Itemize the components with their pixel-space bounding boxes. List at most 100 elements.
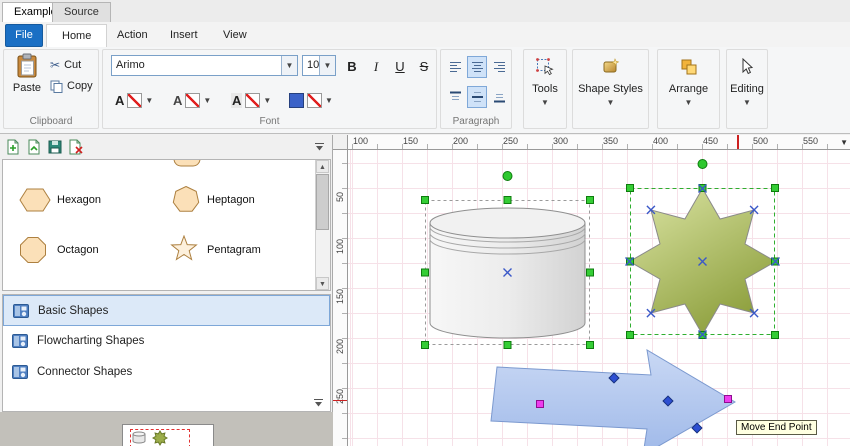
cursor-position-marker bbox=[333, 400, 347, 401]
shape-styles-button[interactable]: Shape Styles ▼ bbox=[574, 51, 647, 127]
rotation-handle[interactable] bbox=[502, 171, 513, 181]
clipboard-group-label: Clipboard bbox=[29, 116, 73, 127]
scroll-up-icon[interactable]: ▲ bbox=[316, 160, 329, 173]
shape-label: Heptagon bbox=[207, 194, 255, 206]
ruler-mark: 400 bbox=[653, 136, 669, 146]
tools-button[interactable]: Tools ▼ bbox=[525, 51, 565, 127]
text-outline-color-button[interactable]: A ▼ bbox=[169, 88, 215, 112]
paste-clipboard-icon bbox=[17, 53, 37, 78]
ruler-mark: 300 bbox=[553, 136, 569, 146]
chevron-down-icon[interactable]: ▼ bbox=[281, 56, 297, 75]
paste-label: Paste bbox=[12, 82, 42, 94]
editing-label: Editing bbox=[730, 83, 764, 95]
align-left-button[interactable] bbox=[445, 56, 465, 78]
align-center-button[interactable] bbox=[467, 56, 487, 78]
tab-home[interactable]: Home bbox=[46, 24, 108, 47]
new-diagram-button[interactable] bbox=[3, 137, 23, 157]
new-document-icon bbox=[7, 139, 19, 155]
arrange-button[interactable]: Arrange ▼ bbox=[659, 51, 718, 127]
rotation-handle[interactable] bbox=[697, 159, 708, 169]
copy-button[interactable]: Copy bbox=[50, 78, 93, 94]
tab-insert[interactable]: Insert bbox=[155, 24, 213, 46]
chevron-down-icon[interactable]: ▼ bbox=[203, 96, 211, 105]
stencil-icon bbox=[12, 334, 28, 348]
category-label: Flowcharting Shapes bbox=[37, 335, 145, 347]
valign-bottom-button[interactable] bbox=[489, 86, 509, 108]
font-size-value: 10 bbox=[307, 59, 320, 71]
arrow-link[interactable] bbox=[490, 349, 736, 446]
group-tools: Tools ▼ bbox=[523, 49, 567, 129]
ruler-mark: 550 bbox=[803, 136, 819, 146]
chevron-down-icon[interactable]: ▼ bbox=[325, 96, 333, 105]
start-point-handle[interactable] bbox=[536, 400, 544, 408]
file-button[interactable]: File bbox=[5, 24, 43, 47]
font-family-combo[interactable]: Arimo ▼ bbox=[111, 55, 298, 76]
chevron-down-icon[interactable]: ▼ bbox=[145, 96, 153, 105]
panel-pin-button[interactable] bbox=[309, 137, 329, 157]
diagram-canvas[interactable] bbox=[348, 150, 850, 446]
shape-list-scrollbar[interactable]: ▲ ▼ bbox=[315, 160, 330, 290]
cut-button[interactable]: ✂ Cut bbox=[50, 57, 81, 73]
arrange-icon bbox=[681, 59, 696, 75]
category-flowcharting-shapes[interactable]: Flowcharting Shapes bbox=[3, 326, 330, 357]
group-editing: Editing ▼ bbox=[726, 49, 768, 129]
text-highlight-color-button[interactable]: A ▼ bbox=[227, 88, 275, 112]
save-diagram-button[interactable] bbox=[45, 137, 65, 157]
chevron-down-icon[interactable]: ▼ bbox=[263, 96, 271, 105]
open-diagram-button[interactable] bbox=[24, 137, 44, 157]
delete-diagram-button[interactable] bbox=[66, 137, 86, 157]
underline-button[interactable]: U bbox=[388, 55, 412, 78]
font-family-value: Arimo bbox=[116, 59, 145, 71]
expand-more-icon[interactable] bbox=[313, 398, 324, 408]
letter-a-icon: A bbox=[173, 92, 183, 108]
tab-action[interactable]: Action bbox=[102, 24, 163, 46]
arrange-label: Arrange bbox=[668, 83, 709, 95]
shape-panel: Hexagon Heptagon Octagon Pentagram ▲ ▼ B… bbox=[0, 135, 333, 446]
end-point-handle[interactable] bbox=[724, 395, 732, 403]
category-connector-shapes[interactable]: Connector Shapes bbox=[3, 357, 330, 388]
letter-a-icon: A bbox=[231, 92, 243, 108]
ruler-mark: 200 bbox=[335, 338, 345, 354]
valign-top-button[interactable] bbox=[445, 86, 465, 108]
valign-middle-button[interactable] bbox=[467, 86, 487, 108]
vertical-ruler: 50 100 150 200 250 bbox=[333, 150, 348, 446]
category-label: Basic Shapes bbox=[38, 305, 109, 317]
doc-tab-source[interactable]: Source bbox=[52, 2, 111, 22]
italic-button[interactable]: I bbox=[364, 55, 388, 78]
no-color-icon bbox=[245, 92, 261, 108]
tools-icon bbox=[536, 58, 554, 76]
paste-button[interactable]: Paste bbox=[8, 53, 46, 115]
font-group-label: Font bbox=[259, 116, 280, 127]
ruler-mark: 250 bbox=[335, 388, 345, 404]
shape-list: Hexagon Heptagon Octagon Pentagram ▲ ▼ bbox=[2, 159, 331, 291]
paragraph-group-label: Paragraph bbox=[452, 116, 500, 127]
scroll-down-icon[interactable]: ▼ bbox=[316, 277, 329, 290]
copy-icon bbox=[50, 80, 63, 93]
editing-button[interactable]: Editing ▼ bbox=[728, 51, 766, 127]
cylinder-top[interactable] bbox=[429, 207, 586, 239]
overview-mini-shapes bbox=[132, 430, 168, 446]
overview-pane[interactable] bbox=[0, 412, 333, 446]
bold-button[interactable]: B bbox=[340, 55, 364, 78]
no-color-icon bbox=[127, 92, 143, 108]
cylinder-node[interactable] bbox=[421, 171, 594, 349]
scrollbar-thumb[interactable] bbox=[316, 174, 329, 230]
group-shape-styles: Shape Styles ▼ bbox=[572, 49, 649, 129]
tab-view[interactable]: View bbox=[208, 24, 262, 46]
cylinder-body[interactable] bbox=[429, 223, 586, 339]
star-node[interactable] bbox=[625, 159, 780, 339]
align-right-button[interactable] bbox=[489, 56, 509, 78]
align-right-icon bbox=[493, 62, 505, 72]
ruler-options-icon[interactable]: ▼ bbox=[840, 138, 848, 147]
shape-fill-color-button[interactable]: ▼ bbox=[285, 88, 337, 112]
font-size-combo[interactable]: 10 ▼ bbox=[302, 55, 336, 76]
ruler-mark: 200 bbox=[453, 136, 469, 146]
partially-scrolled-shape-icon bbox=[173, 160, 201, 167]
category-basic-shapes[interactable]: Basic Shapes bbox=[3, 295, 330, 326]
chevron-down-icon[interactable]: ▼ bbox=[319, 56, 335, 75]
group-paragraph: Paragraph bbox=[440, 49, 512, 129]
ruler-corner bbox=[333, 135, 348, 150]
text-color-button[interactable]: A ▼ bbox=[111, 88, 157, 112]
strikethrough-button[interactable]: S bbox=[412, 55, 436, 78]
no-color-icon bbox=[307, 92, 322, 108]
